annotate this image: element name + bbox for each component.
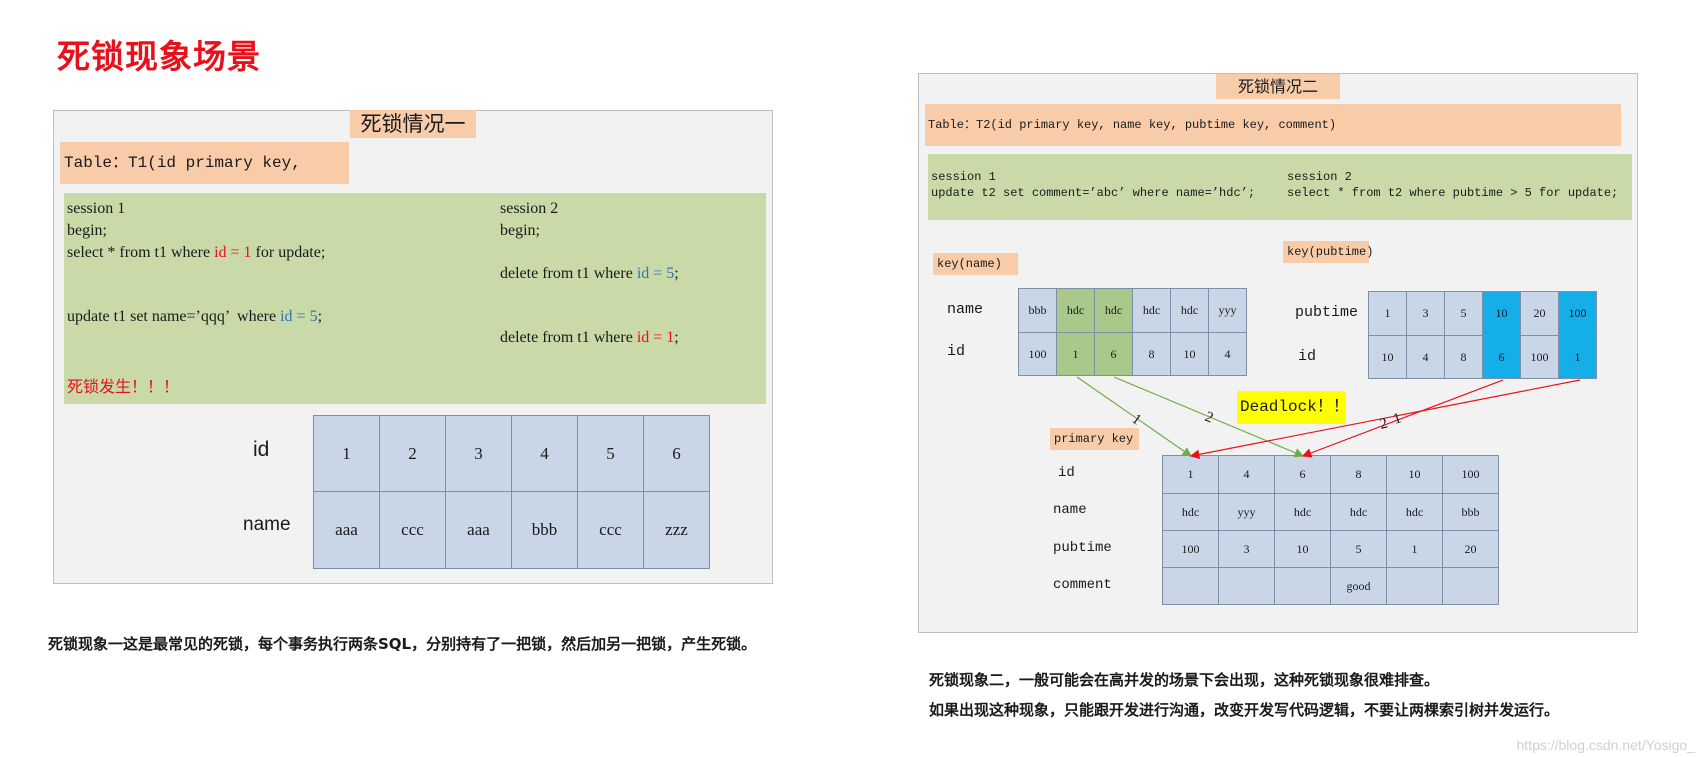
lock-arrows: 1 2 1 2 <box>1076 376 1581 460</box>
deadlock-badge: Deadlock！！ <box>1237 391 1349 424</box>
arrow-label-green-2: 2 <box>1203 409 1216 427</box>
case2-caption-line1: 死锁现象二，一般可能会在高并发的场景下会出现，这种死锁现象很难排查。 <box>929 671 1440 689</box>
case2-caption-line2: 如果出现这种现象，只能跟开发进行沟通，改变开发写代码逻辑，不要让两棵索引树并发运… <box>929 701 1560 719</box>
watermark: https://blog.csdn.net/Yosigo_ <box>1516 737 1696 753</box>
